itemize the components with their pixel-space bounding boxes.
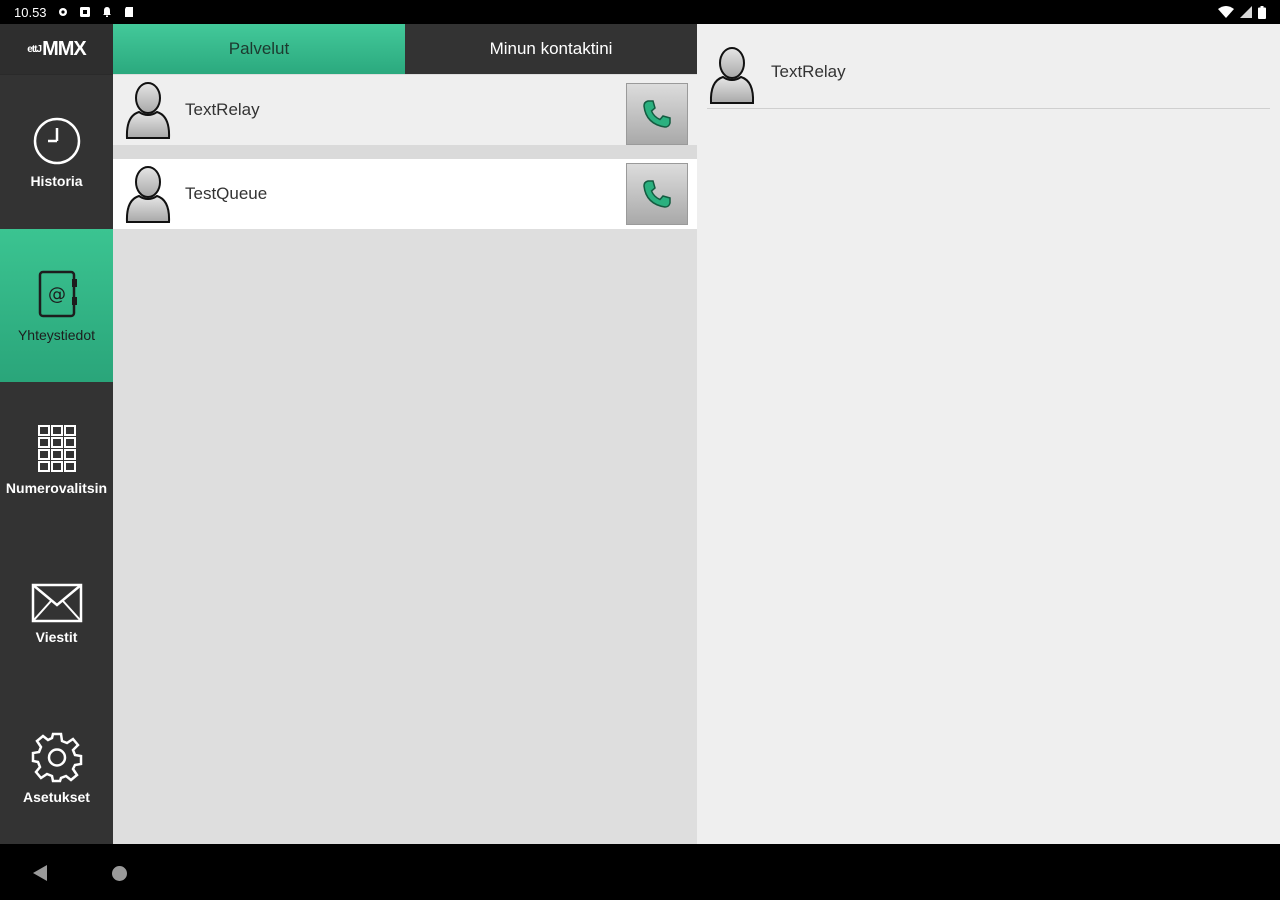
svg-text:@: @ — [48, 284, 66, 305]
sidebar-item-yhteystiedot[interactable]: @ Yhteystiedot — [0, 229, 113, 382]
list-item[interactable]: TestQueue — [113, 159, 697, 229]
app-status-icon — [79, 7, 90, 17]
list-divider — [113, 145, 697, 159]
navigation-bar — [0, 844, 1280, 900]
contact-detail-panel: TextRelay — [697, 24, 1280, 844]
person-avatar-icon — [709, 47, 755, 104]
call-button[interactable] — [626, 83, 688, 145]
dialpad-icon — [37, 424, 76, 472]
signal-icon — [1240, 6, 1252, 18]
address-book-icon: @ — [38, 270, 77, 317]
phone-icon — [643, 100, 671, 128]
tab-bar: Palvelut Minun kontaktini — [113, 24, 697, 74]
app-logo: ettJ MMX — [0, 24, 113, 75]
sidebar-item-numerovalitsin[interactable]: Numerovalitsin — [0, 383, 113, 536]
battery-icon — [1258, 5, 1266, 19]
status-time: 10.53 — [14, 4, 47, 20]
sidebar-item-asetukset[interactable]: Asetukset — [0, 691, 113, 844]
contacts-list-panel: Palvelut Minun kontaktini TextRelay Test… — [113, 24, 697, 844]
wifi-icon — [1218, 6, 1234, 18]
back-icon[interactable] — [32, 864, 48, 882]
clock-icon — [33, 117, 80, 164]
tab-palvelut[interactable]: Palvelut — [113, 24, 405, 74]
tab-minun-kontaktini[interactable]: Minun kontaktini — [405, 24, 697, 74]
sidebar: ettJMMX Historia @ Yhteystiedot Numerov — [0, 24, 113, 844]
sidebar-item-label: Yhteystiedot — [17, 326, 96, 343]
sdcard-status-icon — [124, 7, 133, 17]
sidebar-item-historia[interactable]: Historia — [0, 75, 113, 228]
contact-name: TextRelay — [185, 100, 260, 119]
phone-icon — [643, 180, 671, 208]
gear-icon — [31, 732, 82, 782]
envelope-icon — [31, 583, 82, 622]
home-icon[interactable] — [112, 866, 127, 881]
settings-status-icon — [58, 8, 67, 16]
list-item[interactable]: TextRelay — [113, 75, 697, 145]
call-button[interactable] — [626, 163, 688, 225]
detail-contact-name: TextRelay — [771, 62, 846, 81]
person-avatar-icon — [125, 82, 171, 139]
sidebar-item-label: Numerovalitsin — [5, 479, 108, 496]
sidebar-item-label: Historia — [30, 172, 83, 189]
person-avatar-icon — [125, 166, 171, 223]
notification-status-icon — [102, 7, 111, 17]
sidebar-item-label: Asetukset — [23, 788, 90, 805]
sidebar-item-label: Viestit — [35, 628, 78, 645]
contact-name: TestQueue — [185, 184, 268, 203]
sidebar-item-viestit[interactable]: Viestit — [0, 537, 113, 690]
status-bar: 10.53 — [0, 0, 1280, 24]
contact-detail-header: TextRelay — [707, 42, 1270, 109]
